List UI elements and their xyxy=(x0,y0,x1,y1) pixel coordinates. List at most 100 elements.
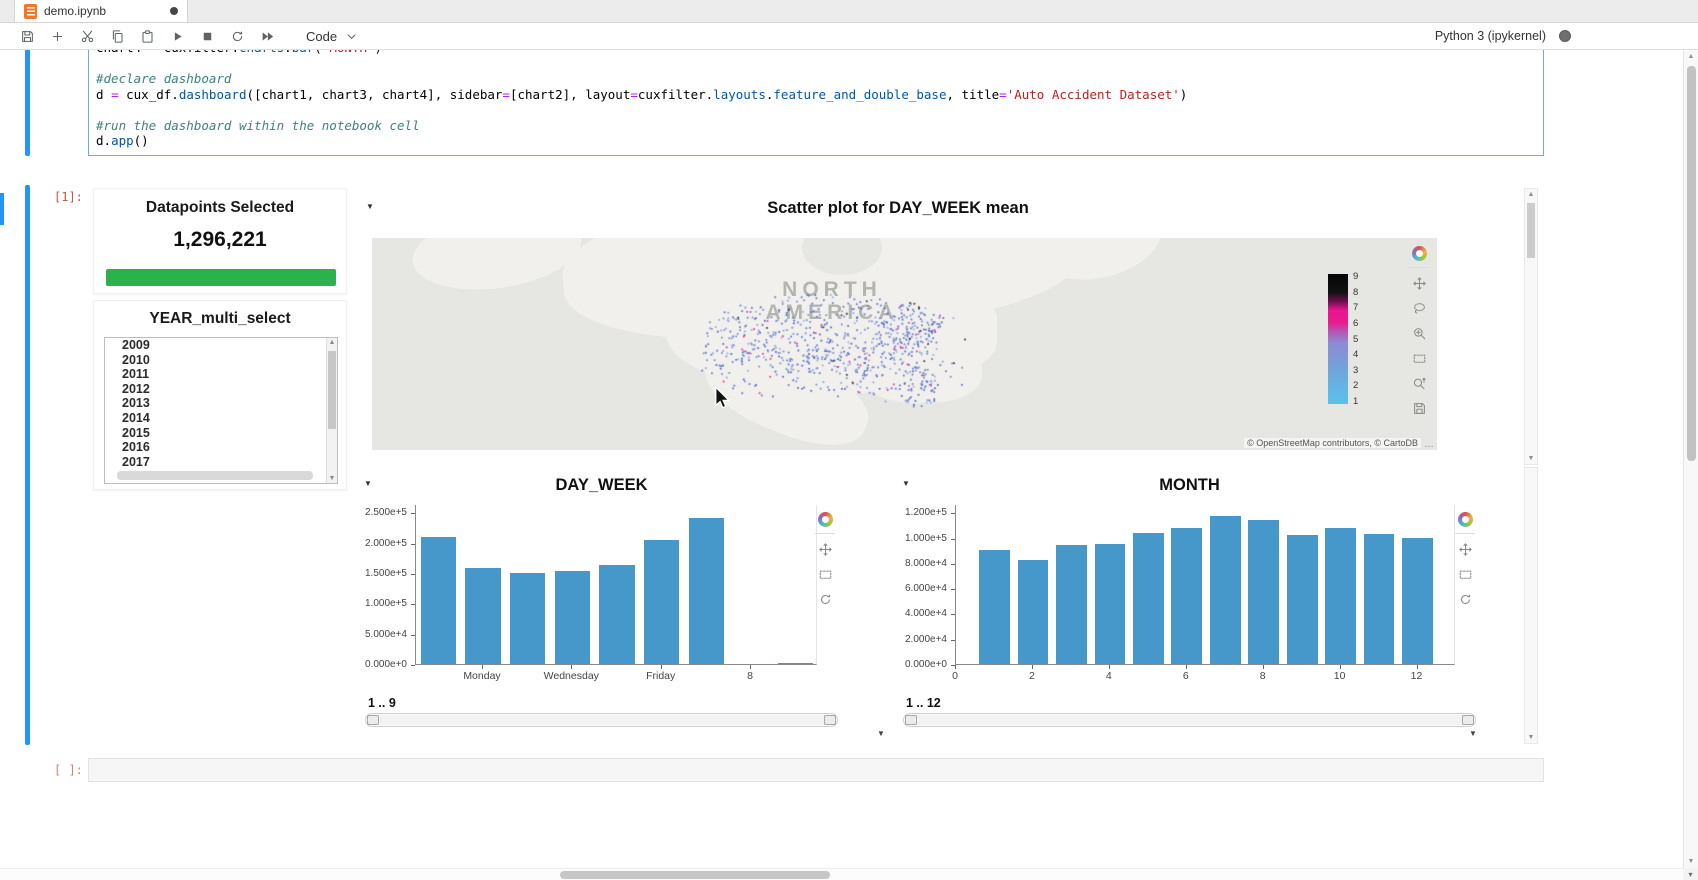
scroll-up-icon[interactable]: ▲ xyxy=(1684,53,1698,60)
tab-dirty-indicator[interactable] xyxy=(170,7,178,15)
save-tool-icon[interactable] xyxy=(1409,398,1429,418)
scroll-down-icon[interactable]: ▼ xyxy=(327,475,337,482)
bar-1[interactable] xyxy=(421,537,457,664)
output-collapser[interactable] xyxy=(25,185,30,745)
map-plot-area[interactable]: NORTH AMERICA 987654321 © OpenStreetMap … xyxy=(372,238,1437,450)
run-cell-button[interactable] xyxy=(164,24,191,48)
window-hscroll-thumb[interactable] xyxy=(560,871,830,879)
wheel-zoom-icon[interactable] xyxy=(1409,373,1429,393)
scroll-up-icon[interactable]: ▲ xyxy=(327,339,337,346)
day-week-range-slider[interactable] xyxy=(365,713,838,727)
year-multi-select-listbox[interactable]: 200920102011201220132014201520162017 ▲ ▼ xyxy=(104,337,338,484)
save-button[interactable] xyxy=(14,24,41,48)
bar-6[interactable] xyxy=(644,540,680,664)
bar-9[interactable] xyxy=(1287,535,1318,664)
copy-cells-button[interactable] xyxy=(104,24,131,48)
bokeh-logo-icon xyxy=(815,509,835,534)
y-tick-label: 8.000e+4 xyxy=(896,558,947,569)
lasso-select-icon[interactable] xyxy=(1409,298,1429,318)
window-horizontal-scrollbar[interactable] xyxy=(0,868,1683,880)
bar-2[interactable] xyxy=(1018,560,1049,664)
input-collapser[interactable] xyxy=(25,50,30,156)
x-tick-label: Monday xyxy=(437,670,527,682)
year-option-2009[interactable]: 2009 xyxy=(105,338,337,353)
year-list-horizontal-scroll-thumb[interactable] xyxy=(117,471,313,480)
slider-handle-left[interactable] xyxy=(367,715,379,725)
bar-1[interactable] xyxy=(979,550,1010,664)
reset-icon[interactable] xyxy=(815,589,835,609)
bar-4[interactable] xyxy=(555,571,591,664)
empty-code-cell[interactable] xyxy=(88,758,1544,782)
bokeh-toolbar xyxy=(1409,243,1429,418)
year-option-2010[interactable]: 2010 xyxy=(105,353,337,368)
dashboard-scrollbar-top[interactable]: ▲ ▼ xyxy=(1524,188,1538,465)
bar-5[interactable] xyxy=(599,565,635,665)
bar-10[interactable] xyxy=(1325,528,1356,665)
scrollbar-corner: ▾ xyxy=(1683,868,1698,880)
bar-8[interactable] xyxy=(1248,520,1279,664)
bar-11[interactable] xyxy=(1364,534,1395,664)
month-plot-area[interactable] xyxy=(955,505,1455,665)
window-vertical-scrollbar[interactable]: ▲ ▼ xyxy=(1683,50,1698,868)
box-zoom-icon[interactable] xyxy=(1409,323,1429,343)
pan-icon[interactable] xyxy=(1409,273,1429,293)
slider-handle-right[interactable] xyxy=(1462,715,1474,725)
bar-2[interactable] xyxy=(465,568,501,665)
dashboard-scrollbar-bottom[interactable]: ▼ xyxy=(1524,467,1538,744)
window-scroll-thumb[interactable] xyxy=(1687,66,1696,461)
box-select-icon[interactable] xyxy=(1455,564,1475,584)
slider-handle-right[interactable] xyxy=(824,715,836,725)
kernel-name[interactable]: Python 3 (ipykernel) xyxy=(1435,29,1546,43)
code-line: #declare dashboard xyxy=(96,71,1543,87)
bar-4[interactable] xyxy=(1095,544,1126,664)
box-select-icon[interactable] xyxy=(1409,348,1429,368)
restart-kernel-button[interactable] xyxy=(224,24,251,48)
code-lines: chart4 = cuxfilter.charts.bar('MONTH')#d… xyxy=(96,50,1543,149)
scroll-up-icon[interactable]: ▲ xyxy=(1525,191,1537,198)
slider-handle-left[interactable] xyxy=(905,715,917,725)
bar-5[interactable] xyxy=(1133,533,1164,664)
interrupt-kernel-button[interactable] xyxy=(194,24,221,48)
reset-icon[interactable] xyxy=(1455,589,1475,609)
collapse-caret-icon[interactable]: ▼ xyxy=(1469,729,1477,738)
day-week-plot-area[interactable] xyxy=(415,505,817,665)
pan-icon[interactable] xyxy=(815,539,835,559)
box-select-icon[interactable] xyxy=(815,564,835,584)
cell-type-dropdown[interactable]: Code xyxy=(300,27,365,46)
year-option-2016[interactable]: 2016 xyxy=(105,440,337,455)
bar-6[interactable] xyxy=(1171,528,1202,665)
bar-7[interactable] xyxy=(689,518,725,664)
year-select-card: YEAR_multi_select 2009201020112012201320… xyxy=(93,300,347,490)
year-list-scroll-thumb[interactable] xyxy=(328,351,336,429)
scroll-down-icon[interactable]: ▼ xyxy=(1525,734,1537,741)
month-range-slider[interactable] xyxy=(903,713,1476,727)
map-attribution[interactable]: © OpenStreetMap contributors, © CartoDB xyxy=(1244,438,1421,448)
year-option-2013[interactable]: 2013 xyxy=(105,396,337,411)
cut-cells-button[interactable] xyxy=(74,24,101,48)
year-option-2017[interactable]: 2017 xyxy=(105,455,337,470)
bar-7[interactable] xyxy=(1210,516,1241,664)
paste-cells-button[interactable] xyxy=(134,24,161,48)
bar-9[interactable] xyxy=(778,663,814,665)
restart-run-all-button[interactable] xyxy=(254,24,281,48)
bar-3[interactable] xyxy=(1056,545,1087,664)
tab-demo-ipynb[interactable]: demo.ipynb xyxy=(14,0,188,22)
bokeh-logo-icon xyxy=(1409,243,1429,268)
scroll-down-icon[interactable]: ▼ xyxy=(1525,455,1537,462)
scatter-points-canvas[interactable] xyxy=(372,238,1437,450)
bar-12[interactable] xyxy=(1402,538,1433,664)
dashboard-scroll-thumb[interactable] xyxy=(1527,203,1535,258)
insert-cell-below-button[interactable] xyxy=(44,24,71,48)
year-option-2011[interactable]: 2011 xyxy=(105,367,337,382)
code-cell-editor[interactable]: chart4 = cuxfilter.charts.bar('MONTH')#d… xyxy=(88,50,1544,156)
y-tick-label: 2.500e+5 xyxy=(358,507,407,518)
bar-3[interactable] xyxy=(510,573,546,664)
collapse-caret-icon[interactable]: ▼ xyxy=(877,729,885,738)
year-option-2014[interactable]: 2014 xyxy=(105,411,337,426)
year-option-2012[interactable]: 2012 xyxy=(105,382,337,397)
pan-icon[interactable] xyxy=(1455,539,1475,559)
code-line: d = cux_df.dashboard([chart1, chart3, ch… xyxy=(96,87,1543,103)
year-option-2015[interactable]: 2015 xyxy=(105,426,337,441)
year-list-vertical-scrollbar[interactable]: ▲ ▼ xyxy=(326,338,337,483)
scroll-down-icon[interactable]: ▼ xyxy=(1684,858,1698,865)
